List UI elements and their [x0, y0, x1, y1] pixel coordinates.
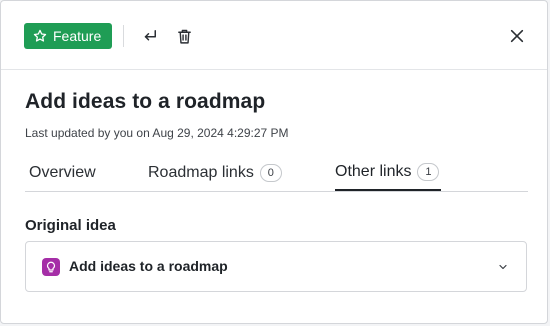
original-idea-card[interactable]: Add ideas to a roadmap — [25, 241, 527, 292]
drawer-toolbar: Feature — [1, 1, 547, 70]
close-icon — [509, 28, 525, 44]
feature-type-button[interactable]: Feature — [24, 23, 113, 49]
record-tabs: Overview Roadmap links 0 Other links 1 — [25, 155, 528, 192]
count-badge: 0 — [259, 164, 282, 182]
record-title: Add ideas to a roadmap — [25, 90, 266, 113]
return-button[interactable] — [139, 25, 161, 47]
toolbar-divider — [123, 25, 124, 47]
delete-button[interactable] — [173, 25, 195, 47]
close-button[interactable] — [506, 25, 528, 47]
count-badge: 1 — [417, 163, 440, 181]
tab-label: Roadmap links — [148, 164, 254, 181]
tab-roadmap-links[interactable]: Roadmap links 0 — [148, 155, 282, 191]
tab-label: Other links — [335, 163, 412, 180]
star-outline-icon — [33, 29, 47, 43]
section-label: Original idea — [25, 217, 116, 234]
tab-other-links[interactable]: Other links 1 — [335, 155, 442, 191]
feature-type-label: Feature — [53, 28, 102, 44]
record-drawer: Feature Add ideas to a roadmap Last upda… — [0, 0, 548, 324]
trash-icon — [176, 28, 193, 45]
lightbulb-icon — [42, 258, 60, 276]
last-updated-text: Last updated by you on Aug 29, 2024 4:29… — [25, 126, 289, 140]
idea-link[interactable]: Add ideas to a roadmap — [69, 258, 228, 274]
chevron-down-icon[interactable] — [496, 260, 510, 274]
tab-label: Overview — [29, 164, 96, 181]
return-arrow-icon — [141, 27, 159, 45]
tab-overview[interactable]: Overview — [29, 155, 96, 191]
